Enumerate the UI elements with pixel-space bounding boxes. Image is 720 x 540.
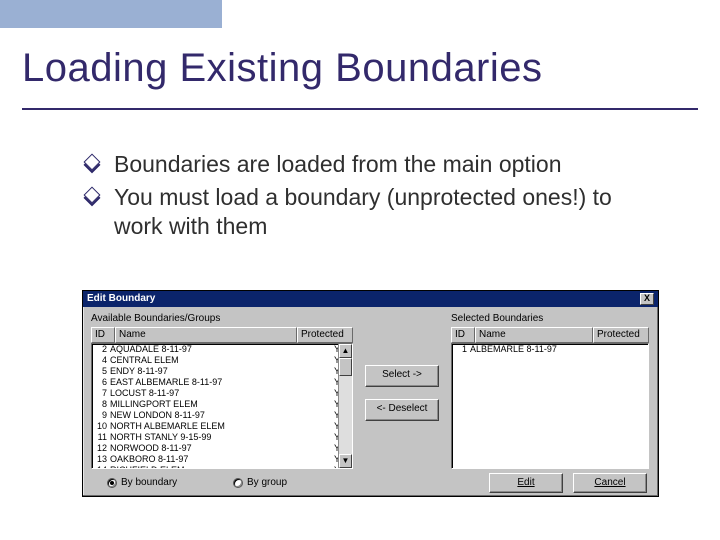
cancel-button-label: Cancel: [594, 477, 625, 488]
bullet-item: You must load a boundary (unprotected on…: [86, 183, 666, 241]
col-id[interactable]: ID: [451, 327, 475, 343]
col-protected[interactable]: Protected: [297, 327, 353, 343]
list-item[interactable]: 9NEW LONDON 8-11-97Y: [92, 410, 352, 421]
bullet-text: Boundaries are loaded from the main opti…: [114, 151, 562, 177]
available-listbox[interactable]: 2AQUADALE 8-11-97Y4CENTRAL ELEMY5ENDY 8-…: [91, 343, 353, 469]
list-item[interactable]: 11NORTH STANLY 9-15-99Y: [92, 432, 352, 443]
select-button-label: Select ->: [382, 369, 422, 380]
list-item[interactable]: 8MILLINGPORT ELEMY: [92, 399, 352, 410]
dialog-title: Edit Boundary: [87, 293, 155, 304]
col-name[interactable]: Name: [115, 327, 297, 343]
title-underline: [22, 108, 698, 110]
by-group-radio[interactable]: By group: [233, 477, 287, 488]
scrollbar[interactable]: ▲ ▼: [338, 344, 352, 468]
list-item[interactable]: 6EAST ALBEMARLE 8-11-97Y: [92, 377, 352, 388]
by-boundary-radio[interactable]: By boundary: [107, 477, 177, 488]
list-item[interactable]: 4CENTRAL ELEMY: [92, 355, 352, 366]
list-item[interactable]: 13OAKBORO 8-11-97Y: [92, 454, 352, 465]
radio-icon: [233, 478, 243, 488]
cancel-button[interactable]: Cancel: [573, 473, 647, 493]
radio-label: By group: [247, 477, 287, 488]
available-label: Available Boundaries/Groups: [91, 313, 220, 324]
bullet-text: You must load a boundary (unprotected on…: [114, 184, 612, 239]
scroll-down-icon[interactable]: ▼: [339, 454, 352, 468]
list-item[interactable]: 14RICHFIELD ELEMY: [92, 465, 352, 469]
list-item[interactable]: 7LOCUST 8-11-97Y: [92, 388, 352, 399]
edit-boundary-dialog: Edit Boundary X Available Boundaries/Gro…: [82, 290, 659, 497]
list-item[interactable]: 12NORWOOD 8-11-97Y: [92, 443, 352, 454]
slide: Loading Existing Boundaries Boundaries a…: [0, 0, 720, 540]
deselect-button[interactable]: <- Deselect: [365, 399, 439, 421]
list-item[interactable]: 1ALBEMARLE 8-11-97: [452, 344, 648, 355]
scroll-thumb[interactable]: [339, 358, 352, 376]
edit-button-label: Edit: [517, 477, 534, 488]
dialog-titlebar[interactable]: Edit Boundary X: [83, 291, 658, 307]
list-item[interactable]: 5ENDY 8-11-97Y: [92, 366, 352, 377]
diamond-icon: [84, 186, 101, 203]
col-protected[interactable]: Protected: [593, 327, 649, 343]
edit-button[interactable]: Edit: [489, 473, 563, 493]
bullet-item: Boundaries are loaded from the main opti…: [86, 150, 666, 179]
scroll-up-icon[interactable]: ▲: [339, 344, 352, 358]
right-header-row: ID Name Protected: [451, 327, 649, 343]
slide-title: Loading Existing Boundaries: [22, 46, 543, 91]
deselect-button-label: <- Deselect: [377, 403, 428, 414]
diamond-icon: [84, 154, 101, 171]
radio-icon: [107, 478, 117, 488]
left-header-row: ID Name Protected: [91, 327, 353, 343]
col-name[interactable]: Name: [475, 327, 593, 343]
radio-label: By boundary: [121, 477, 177, 488]
bullet-list: Boundaries are loaded from the main opti…: [86, 150, 666, 244]
list-item[interactable]: 10NORTH ALBEMARLE ELEMY: [92, 421, 352, 432]
select-button[interactable]: Select ->: [365, 365, 439, 387]
list-item[interactable]: 2AQUADALE 8-11-97Y: [92, 344, 352, 355]
col-id[interactable]: ID: [91, 327, 115, 343]
selected-listbox[interactable]: 1ALBEMARLE 8-11-97: [451, 343, 649, 469]
selected-label: Selected Boundaries: [451, 313, 543, 324]
close-icon[interactable]: X: [640, 293, 654, 305]
